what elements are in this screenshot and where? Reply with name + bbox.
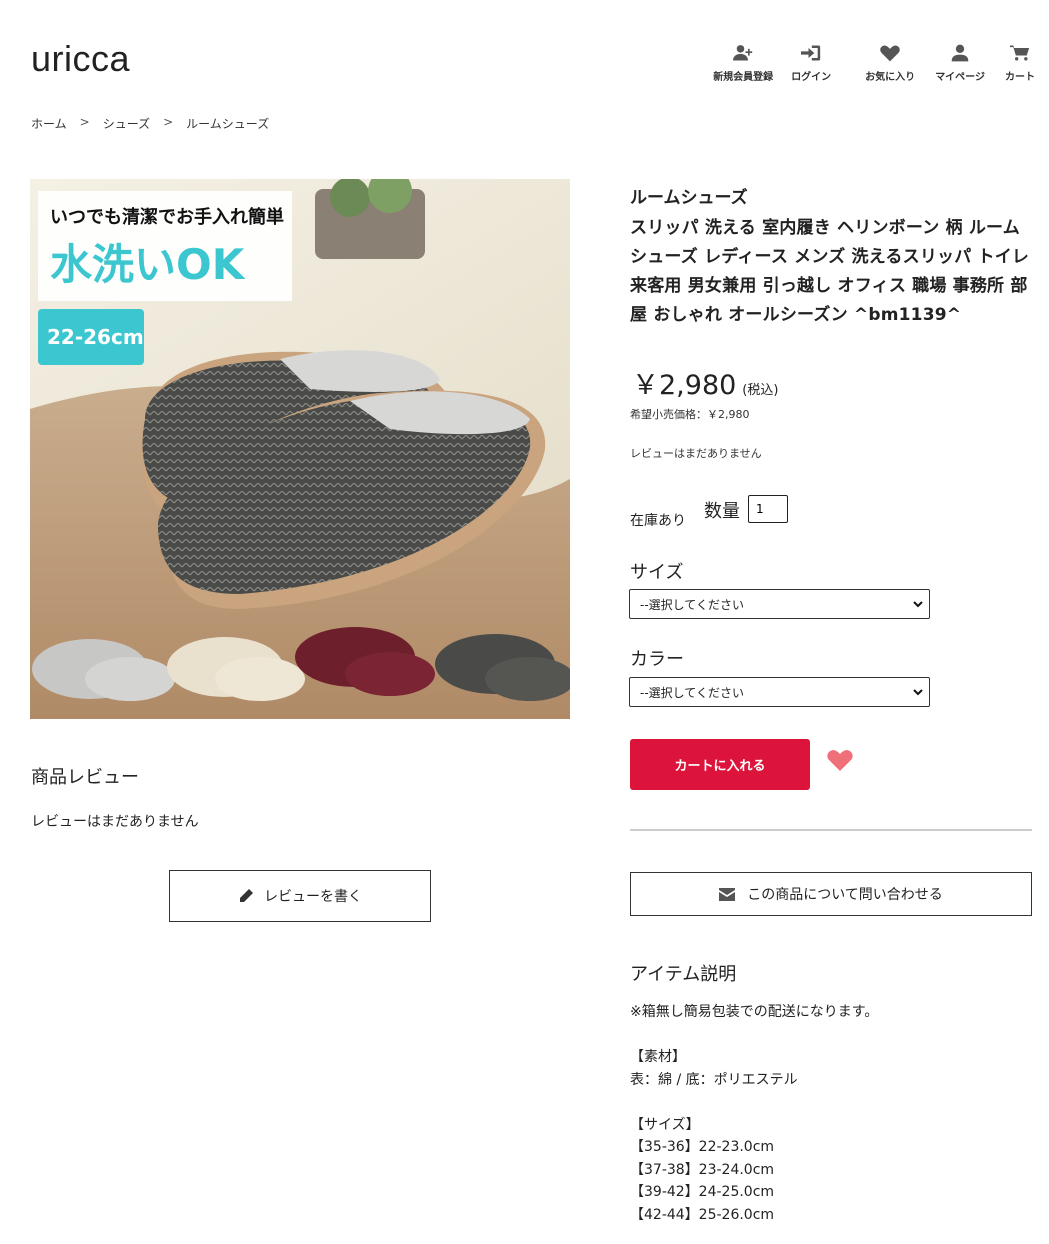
breadcrumb-room-shoes[interactable]: ルームシューズ — [186, 115, 269, 132]
nav-register-label: 新規会員登録 — [713, 72, 774, 83]
user-icon — [951, 44, 969, 62]
nav-favorites-label: お気に入り — [865, 72, 916, 83]
review-heading: 商品レビュー — [31, 767, 139, 788]
breadcrumb: ホーム > シューズ > ルームシューズ — [31, 115, 269, 132]
breadcrumb-separator: > — [79, 115, 90, 129]
nav-login-label: ログイン — [791, 72, 832, 83]
nav-cart-label: カート — [1005, 72, 1035, 83]
desc-line — [630, 1024, 878, 1047]
quantity-input[interactable] — [748, 495, 788, 523]
pencil-icon — [240, 889, 253, 902]
item-description-heading: アイテム説明 — [630, 964, 737, 985]
write-review-label: レビューを書く — [264, 889, 362, 905]
stock-status: 在庫あり — [630, 513, 686, 529]
add-to-cart-button[interactable]: カートに入れる — [630, 739, 810, 790]
price-value: ￥2,980 — [632, 370, 737, 401]
nav-register[interactable]: 新規会員登録 — [713, 44, 773, 83]
nav-mypage-label: マイページ — [935, 72, 985, 83]
desc-line: 【サイズ】 — [630, 1116, 700, 1133]
nav-favorites[interactable]: お気に入り — [865, 44, 915, 83]
product-price: ￥2,980 (税込) — [632, 363, 778, 402]
header-nav: 新規会員登録 ログイン お気に入り マイページ カート — [713, 44, 1035, 83]
heart-icon — [880, 45, 900, 62]
contact-button-label: この商品について問い合わせる — [747, 887, 943, 903]
desc-line: 【素材】 — [630, 1049, 686, 1065]
breadcrumb-shoes[interactable]: シューズ — [103, 115, 150, 132]
nav-login[interactable]: ログイン — [791, 44, 831, 83]
desc-line: 【42-44】25-26.0cm — [630, 1206, 775, 1223]
desc-line: 【35-36】22-23.0cm — [630, 1139, 775, 1155]
site-logo[interactable]: uricca — [31, 38, 130, 80]
user-plus-icon — [733, 45, 753, 61]
sign-in-icon — [801, 45, 821, 61]
review-empty-text: レビューはまだありません — [31, 814, 199, 830]
color-select-value: --選択してください — [640, 685, 744, 700]
color-select[interactable]: --選択してください — [629, 677, 930, 707]
breadcrumb-home[interactable]: ホーム — [31, 115, 67, 132]
size-label: サイズ — [630, 562, 684, 583]
price-tax: (税込) — [742, 383, 779, 398]
product-image[interactable]: いつでも清潔でお手入れ簡単 水洗いOK 22-26cm — [30, 179, 570, 719]
desc-line: 【37-38】23-24.0cm — [630, 1161, 775, 1178]
nav-cart[interactable]: カート — [1005, 44, 1035, 83]
envelope-icon — [719, 887, 736, 901]
favorite-heart-icon[interactable] — [827, 749, 853, 771]
size-select-value: --選択してください — [640, 597, 744, 612]
chevron-down-icon — [913, 601, 923, 608]
breadcrumb-separator: > — [163, 115, 174, 129]
contact-button[interactable]: この商品について問い合わせる — [630, 872, 1032, 916]
product-category: ルームシューズ — [630, 188, 748, 208]
image-headline: いつでも清潔でお手入れ簡単 — [50, 206, 284, 228]
nav-mypage[interactable]: マイページ — [935, 44, 985, 83]
product-title: スリッパ 洗える 室内履き ヘリンボーン 柄 ルームシューズ レディース メンズ… — [630, 218, 1030, 325]
chevron-down-icon — [913, 689, 923, 696]
desc-line — [630, 1091, 878, 1114]
desc-line: 【39-42】24-25.0cm — [630, 1184, 775, 1200]
msrp: 希望小売価格：￥2,980 — [630, 408, 750, 421]
size-select[interactable]: --選択してください — [629, 589, 930, 619]
review-status: レビューはまだありません — [630, 447, 762, 460]
cart-icon — [1010, 45, 1030, 61]
desc-line: 表：綿 / 底：ポリエステル — [630, 1071, 798, 1088]
image-big-text: 水洗いOK — [50, 240, 246, 289]
color-label: カラー — [630, 649, 684, 670]
divider — [630, 829, 1032, 831]
image-size-badge: 22-26cm — [47, 325, 144, 349]
desc-line: ※箱無し簡易包装での配送になります。 — [630, 1004, 879, 1020]
quantity-label: 数量 — [704, 501, 740, 522]
write-review-button[interactable]: レビューを書く — [169, 870, 431, 922]
item-description: ※箱無し簡易包装での配送になります。 【素材】 表：綿 / 底：ポリエステル 【… — [630, 1001, 878, 1226]
